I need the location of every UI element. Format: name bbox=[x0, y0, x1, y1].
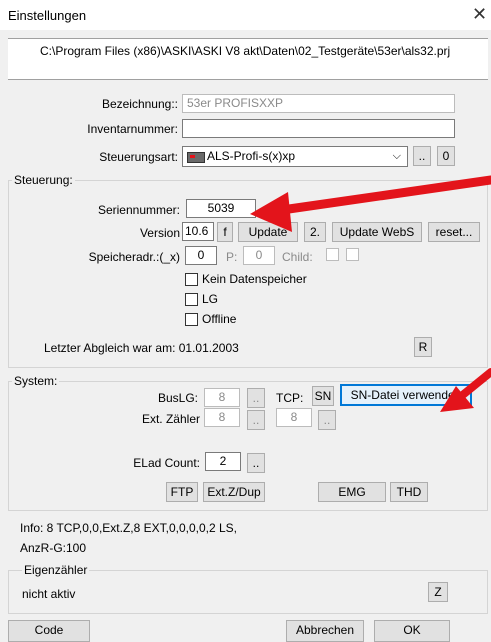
p-input[interactable]: 0 bbox=[243, 246, 275, 265]
ext-browse-button-1[interactable]: .. bbox=[247, 410, 265, 430]
steuerungsart-label: Steuerungsart: bbox=[99, 150, 178, 164]
chevron-down-icon: ⌵ bbox=[392, 150, 401, 162]
bezeichnung-input[interactable]: 53er PROFISXXP bbox=[182, 94, 455, 113]
elad-browse-button[interactable]: .. bbox=[247, 453, 265, 473]
ext-browse-button-2[interactable]: .. bbox=[318, 410, 336, 430]
project-path-box: C:\Program Files (x86)\ASKI\ASKI V8 akt\… bbox=[8, 38, 488, 80]
project-path: C:\Program Files (x86)\ASKI\ASKI V8 akt\… bbox=[40, 44, 451, 58]
steuerung-title: Steuerung: bbox=[12, 173, 75, 187]
close-icon[interactable]: ✕ bbox=[472, 4, 487, 25]
code-button[interactable]: Code bbox=[8, 620, 90, 642]
offline-label: Offline bbox=[202, 312, 237, 326]
p-label: P: bbox=[226, 250, 238, 264]
red-arrow-sn-file-icon bbox=[440, 368, 491, 412]
ext-z-dup-button[interactable]: Ext.Z/Dup bbox=[203, 482, 265, 502]
bezeichnung-label: Bezeichnung:: bbox=[101, 97, 178, 111]
steuerungsart-zero-button[interactable]: 0 bbox=[437, 146, 455, 166]
version-label: Version bbox=[139, 226, 180, 240]
child-checkbox[interactable] bbox=[326, 248, 339, 261]
speicheradr-label: Speicheradr.:(_x) bbox=[88, 250, 180, 264]
steuerungsart-select[interactable]: ALS-Profi-s(x)xp ⌵ bbox=[182, 146, 408, 167]
steuerungsart-value: ALS-Profi-s(x)xp bbox=[207, 149, 296, 163]
offline-checkbox[interactable] bbox=[185, 313, 198, 326]
child-label: Child: bbox=[282, 250, 313, 264]
device-icon bbox=[187, 152, 205, 163]
window-title: Einstellungen bbox=[8, 8, 87, 23]
inventar-input[interactable] bbox=[182, 119, 455, 138]
steuerungsart-browse-button[interactable]: .. bbox=[413, 146, 431, 166]
emg-button[interactable]: EMG bbox=[318, 482, 386, 502]
ext-zaehler-input-2[interactable]: 8 bbox=[276, 408, 312, 427]
ext-zaehler-input-1[interactable]: 8 bbox=[204, 408, 240, 427]
tcp-label: TCP: bbox=[276, 391, 304, 405]
r-button[interactable]: R bbox=[414, 337, 432, 357]
speicheradr-input[interactable]: 0 bbox=[185, 246, 217, 265]
lg-checkbox[interactable] bbox=[185, 293, 198, 306]
elad-count-input[interactable]: 2 bbox=[205, 452, 241, 471]
buslg-browse-button[interactable]: .. bbox=[247, 388, 265, 408]
ok-button[interactable]: OK bbox=[374, 620, 450, 642]
eigenzaehler-title: Eigenzähler bbox=[22, 563, 90, 577]
child-checkbox-2[interactable] bbox=[346, 248, 359, 261]
elad-count-label: ELad Count: bbox=[133, 456, 200, 470]
inventar-label: Inventarnummer: bbox=[87, 122, 178, 136]
z-button[interactable]: Z bbox=[428, 582, 448, 602]
info-line-1: Info: 8 TCP,0,0,Ext.Z,8 EXT,0,0,0,0,2 LS… bbox=[20, 521, 238, 535]
system-title: System: bbox=[12, 374, 60, 388]
serial-label: Seriennummer: bbox=[97, 203, 180, 217]
info-line-2: AnzR-G:100 bbox=[20, 541, 87, 555]
ftp-button[interactable]: FTP bbox=[166, 482, 198, 502]
buslg-label: BusLG: bbox=[157, 391, 198, 405]
ext-zaehler-label: Ext. Zähler bbox=[141, 412, 200, 426]
eigenzaehler-status: nicht aktiv bbox=[22, 587, 76, 601]
buslg-input[interactable]: 8 bbox=[204, 388, 240, 407]
title-bar: Einstellungen ✕ bbox=[0, 0, 491, 30]
kein-datenspeicher-checkbox[interactable] bbox=[185, 273, 198, 286]
version-input[interactable]: 10.6 bbox=[182, 222, 214, 241]
lg-label: LG bbox=[202, 292, 219, 306]
sn-button[interactable]: SN bbox=[312, 386, 334, 406]
kein-datenspeicher-label: Kein Datenspeicher bbox=[202, 272, 307, 286]
red-arrow-serial-icon bbox=[250, 175, 491, 232]
last-sync-text: Letzter Abgleich war am: 01.01.2003 bbox=[44, 341, 239, 355]
cancel-button[interactable]: Abbrechen bbox=[286, 620, 364, 642]
thd-button[interactable]: THD bbox=[390, 482, 428, 502]
f-button[interactable]: f bbox=[217, 222, 233, 242]
